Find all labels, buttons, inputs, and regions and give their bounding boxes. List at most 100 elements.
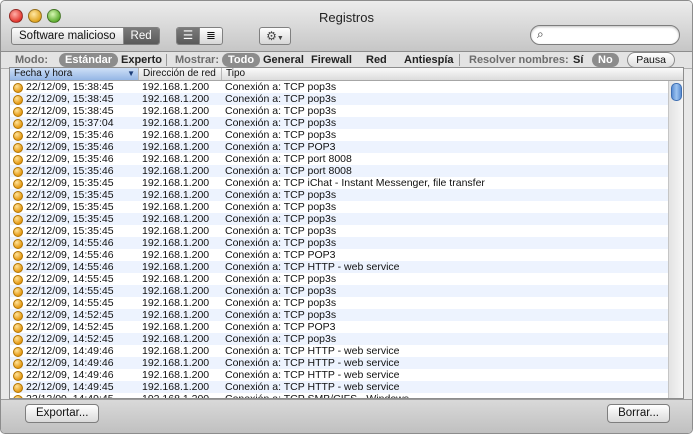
cell-date: 22/12/09, 15:38:45 (26, 105, 114, 117)
cell-date: 22/12/09, 14:55:46 (26, 261, 114, 273)
cell-address: 192.168.1.200 (142, 393, 209, 398)
cell-type: Conexión a: TCP pop3s (225, 309, 337, 321)
cell-date: 22/12/09, 14:49:45 (26, 393, 114, 398)
show-network-button[interactable]: Red (366, 53, 387, 67)
table-row[interactable]: 22/12/09, 15:35:45 192.168.1.200 Conexión … (10, 225, 669, 237)
cell-address: 192.168.1.200 (142, 309, 210, 321)
resolve-names-yes-button[interactable]: Sí (573, 53, 583, 67)
table-row[interactable]: 22/12/09, 15:35:46 192.168.1.200 Conexión … (10, 129, 669, 141)
network-event-icon (13, 107, 23, 117)
cell-address: 192.168.1.200 (142, 369, 210, 381)
clear-button[interactable]: Borrar... (607, 404, 670, 423)
resolve-names-no-button[interactable]: No (592, 53, 619, 67)
table-row[interactable]: 22/12/09, 14:55:45 192.168.1.200 Conexión … (10, 273, 669, 285)
table-row[interactable]: 22/12/09, 14:49:46 192.168.1.200 Conexión … (10, 369, 669, 381)
table-row[interactable]: 22/12/09, 15:35:46 192.168.1.200 Conexión … (10, 153, 669, 165)
cell-address: 192.168.1.200 (142, 381, 210, 393)
network-event-icon (13, 311, 23, 321)
cell-date: 22/12/09, 14:55:45 (26, 273, 114, 285)
cell-date: 22/12/09, 14:55:45 (26, 297, 114, 309)
table-row[interactable]: 22/12/09, 14:49:46 192.168.1.200 Conexión … (10, 357, 669, 369)
table-row[interactable]: 22/12/09, 14:49:45 192.168.1.200 Conexión … (10, 381, 669, 393)
cell-date: 22/12/09, 14:52:45 (26, 309, 114, 321)
pause-button[interactable]: Pausa (627, 52, 675, 68)
mode-label: Modo: (15, 54, 48, 66)
cell-type: Conexión a: TCP port 8008 (225, 165, 352, 177)
table-row[interactable]: 22/12/09, 15:35:45 192.168.1.200 Conexión … (10, 177, 669, 189)
vertical-scrollbar[interactable] (668, 81, 683, 398)
cell-address: 192.168.1.200 (142, 297, 210, 309)
mode-expert-button[interactable]: Experto (121, 53, 162, 67)
sort-descending-icon: ▼ (127, 69, 135, 78)
table-row[interactable]: 22/12/09, 14:49:46 192.168.1.200 Conexión … (10, 345, 669, 357)
cell-address: 192.168.1.200 (142, 189, 210, 201)
network-event-icon (13, 191, 23, 201)
segment-software-malicioso[interactable]: Software malicioso (12, 28, 124, 44)
network-event-icon (13, 215, 23, 225)
column-header-address[interactable]: Dirección de red (139, 68, 222, 80)
search-input[interactable] (555, 27, 671, 44)
cell-address: 192.168.1.200 (142, 261, 210, 273)
table-row[interactable]: 22/12/09, 15:38:45 192.168.1.200 Conexión … (10, 93, 669, 105)
network-event-icon (13, 95, 23, 105)
table-row[interactable]: 22/12/09, 14:55:45 192.168.1.200 Conexión … (10, 297, 669, 309)
column-header-date[interactable]: Fecha y hora ▼ (10, 68, 139, 80)
network-event-icon (13, 395, 23, 398)
cell-address: 192.168.1.200 (142, 141, 210, 153)
network-event-icon (13, 359, 23, 369)
gear-icon: ⚙ (266, 29, 277, 43)
cell-date: 22/12/09, 14:49:46 (26, 357, 114, 369)
scrollbar-thumb[interactable] (671, 83, 682, 101)
cell-date: 22/12/09, 15:35:45 (26, 213, 114, 225)
search-field[interactable]: ⌕ (530, 25, 680, 45)
list-icon: ☰ (182, 30, 194, 42)
mode-standard-button[interactable]: Estándar (59, 53, 119, 67)
table-row[interactable]: 22/12/09, 14:52:45 192.168.1.200 Conexión … (10, 309, 669, 321)
network-event-icon (13, 119, 23, 129)
table-row[interactable]: 22/12/09, 15:35:45 192.168.1.200 Conexión … (10, 189, 669, 201)
cell-address: 192.168.1.200 (142, 105, 210, 117)
cell-address: 192.168.1.200 (142, 177, 210, 189)
show-firewall-button[interactable]: Firewall (311, 53, 352, 67)
column-header-date-label: Fecha y hora (14, 68, 73, 79)
cell-date: 22/12/09, 14:52:45 (26, 333, 114, 345)
table-row[interactable]: 22/12/09, 14:55:46 192.168.1.200 Conexión … (10, 249, 669, 261)
cell-address: 192.168.1.200 (142, 321, 210, 333)
show-general-button[interactable]: General (263, 53, 304, 67)
cell-type: Conexión a: TCP HTTP - web service (225, 369, 400, 381)
table-row[interactable]: 22/12/09, 15:35:46 192.168.1.200 Conexión … (10, 165, 669, 177)
cell-date: 22/12/09, 15:35:45 (26, 225, 114, 237)
filter-divider (166, 54, 167, 66)
table-row[interactable]: 22/12/09, 15:37:04 192.168.1.200 Conexión … (10, 117, 669, 129)
cell-type: Conexión a: TCP port 8008 (225, 153, 352, 165)
show-all-button[interactable]: Todo (222, 53, 261, 67)
cell-date: 22/12/09, 14:49:45 (26, 381, 114, 393)
export-button[interactable]: Exportar... (25, 404, 100, 423)
cell-date: 22/12/09, 15:38:45 (26, 81, 114, 93)
cell-type: Conexión a: TCP HTTP - web service (225, 357, 400, 369)
cell-address: 192.168.1.200 (142, 237, 210, 249)
table-row[interactable]: 22/12/09, 14:55:45 192.168.1.200 Conexión … (10, 285, 669, 297)
show-antispyware-button[interactable]: Antiespía (404, 53, 454, 67)
detail-view-button[interactable]: ≣ (200, 28, 222, 44)
cell-date: 22/12/09, 14:49:46 (26, 369, 114, 381)
network-event-icon (13, 239, 23, 249)
table-row[interactable]: 22/12/09, 14:49:45 192.168.1.200 Conexión … (10, 393, 669, 398)
table-row[interactable]: 22/12/09, 14:55:46 192.168.1.200 Conexión … (10, 261, 669, 273)
cell-type: Conexión a: TCP pop3s (225, 201, 337, 213)
table-row[interactable]: 22/12/09, 15:38:45 192.168.1.200 Conexión … (10, 81, 669, 93)
network-event-icon (13, 287, 23, 297)
action-menu-button[interactable]: ⚙▼ (259, 27, 291, 45)
table-row[interactable]: 22/12/09, 14:52:45 192.168.1.200 Conexión … (10, 333, 669, 345)
table-row[interactable]: 22/12/09, 15:35:45 192.168.1.200 Conexión … (10, 201, 669, 213)
table-row[interactable]: 22/12/09, 15:35:46 192.168.1.200 Conexión … (10, 141, 669, 153)
cell-address: 192.168.1.200 (142, 357, 210, 369)
table-row[interactable]: 22/12/09, 15:35:45 192.168.1.200 Conexión … (10, 213, 669, 225)
cell-type: Conexión a: TCP pop3s (225, 297, 337, 309)
column-header-type[interactable]: Tipo (222, 68, 676, 80)
table-row[interactable]: 22/12/09, 15:38:45 192.168.1.200 Conexión … (10, 105, 669, 117)
table-row[interactable]: 22/12/09, 14:55:46 192.168.1.200 Conexión … (10, 237, 669, 249)
segment-red[interactable]: Red (123, 28, 159, 44)
list-view-button[interactable]: ☰ (177, 28, 200, 44)
table-row[interactable]: 22/12/09, 14:52:45 192.168.1.200 Conexión … (10, 321, 669, 333)
